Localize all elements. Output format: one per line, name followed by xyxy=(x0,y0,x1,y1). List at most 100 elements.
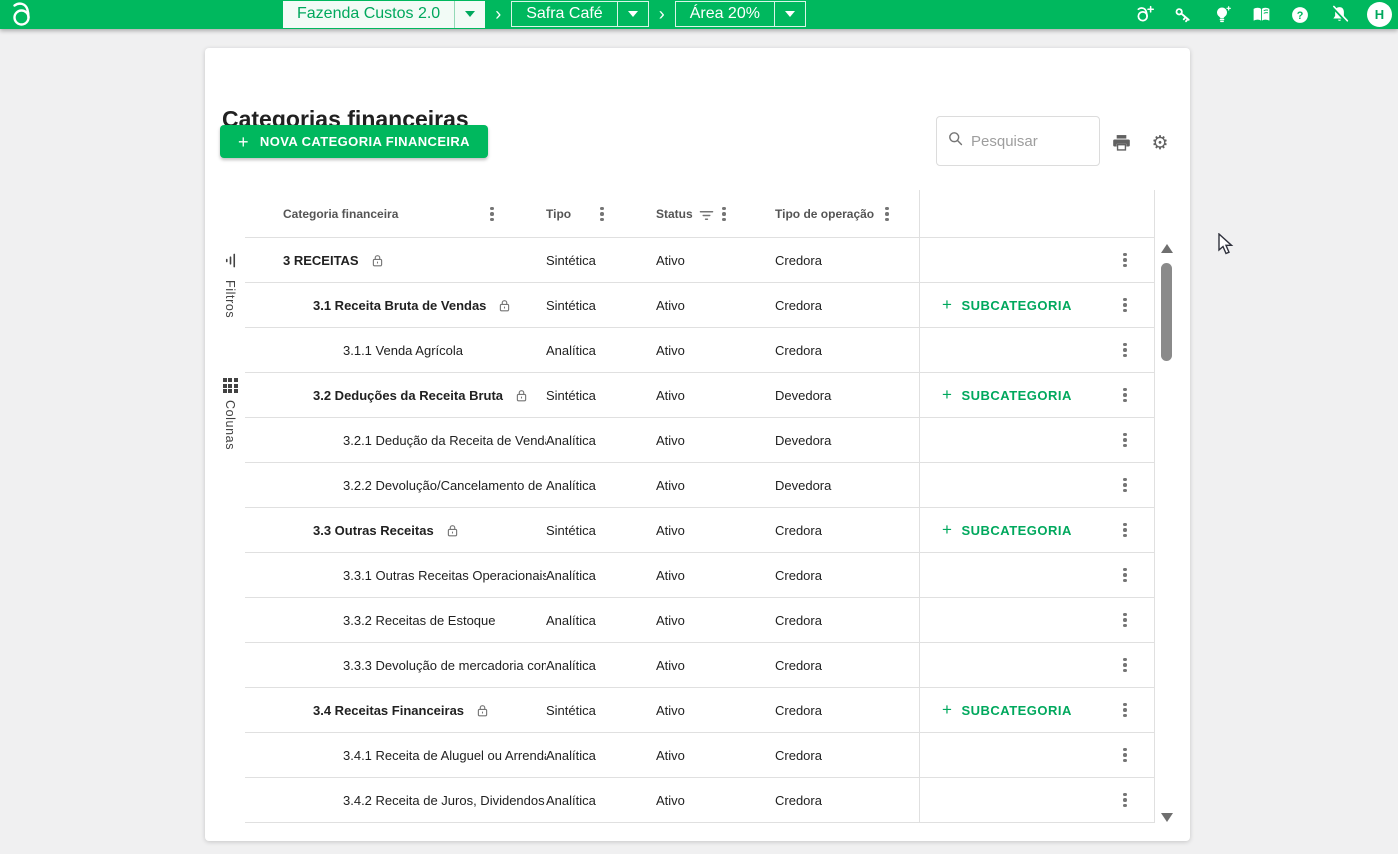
table-row[interactable]: 3.4.2 Receita de Juros, Dividendos eAnal… xyxy=(245,778,1155,823)
add-subcategory-button[interactable]: +SUBCATEGORIA xyxy=(942,520,1072,540)
tipo-cell: Sintética xyxy=(546,388,656,403)
add-subcategory-label: SUBCATEGORIA xyxy=(961,388,1071,403)
column-header-3: Status xyxy=(656,190,775,237)
tipo-cell: Analítica xyxy=(546,748,656,763)
knowledge-book-icon[interactable] xyxy=(1250,4,1272,26)
financial-categories-table: Categoria financeiraTipoStatusTipo de op… xyxy=(245,190,1155,823)
row-menu-icon[interactable] xyxy=(1123,477,1127,493)
row-actions-cell: +SUBCATEGORIA xyxy=(919,373,1155,417)
operacao-cell: Devedora xyxy=(775,388,919,403)
operacao-cell: Credora xyxy=(775,613,919,628)
breadcrumb-label: Safra Café xyxy=(512,2,616,26)
actions-column-header xyxy=(919,190,1155,237)
row-menu-icon[interactable] xyxy=(1123,297,1127,313)
table-row[interactable]: 3.4 Receitas FinanceirasSintéticaAtivoCr… xyxy=(245,688,1155,733)
top-app-bar: Fazenda Custos 2.0›Safra Café›Área 20% xyxy=(0,0,1398,29)
category-name: 3.2 Deduções da Receita Bruta xyxy=(313,388,503,403)
add-subcategory-button[interactable]: +SUBCATEGORIA xyxy=(942,385,1072,405)
status-filter-icon[interactable] xyxy=(698,209,715,222)
row-menu-icon[interactable] xyxy=(1123,612,1127,628)
row-menu-icon[interactable] xyxy=(1123,657,1127,673)
row-actions-cell: +SUBCATEGORIA xyxy=(919,688,1155,732)
column-menu-icon[interactable] xyxy=(722,206,726,222)
columns-grid-icon xyxy=(223,378,238,393)
row-actions-cell xyxy=(919,238,1155,282)
add-subcategory-button[interactable]: +SUBCATEGORIA xyxy=(942,700,1072,720)
row-menu-icon[interactable] xyxy=(1123,567,1127,583)
category-name: 3.3.2 Receitas de Estoque xyxy=(343,613,496,628)
lock-icon xyxy=(445,523,460,538)
row-menu-icon[interactable] xyxy=(1123,747,1127,763)
scroll-down-icon[interactable] xyxy=(1161,813,1173,822)
table-row[interactable]: 3.3.2 Receitas de EstoqueAnalíticaAtivoC… xyxy=(245,598,1155,643)
table-row[interactable]: 3.3.3 Devolução de mercadoria compAnalít… xyxy=(245,643,1155,688)
print-icon[interactable] xyxy=(1110,131,1132,153)
row-menu-icon[interactable] xyxy=(1123,387,1127,403)
chevron-down-icon[interactable] xyxy=(775,2,805,26)
sidebar-tab-colunas[interactable]: Colunas xyxy=(215,378,245,450)
tipo-cell: Analítica xyxy=(546,433,656,448)
column-menu-icon[interactable] xyxy=(490,206,494,222)
table-row[interactable]: 3.2 Deduções da Receita BrutaSintéticaAt… xyxy=(245,373,1155,418)
category-name-cell: 3.3.1 Outras Receitas Operacionais xyxy=(245,568,546,583)
row-menu-icon[interactable] xyxy=(1123,792,1127,808)
table-row[interactable]: 3.2.1 Dedução da Receita de VendaAnalíti… xyxy=(245,418,1155,463)
sidebar-tab-filtros[interactable]: Filtros xyxy=(215,253,245,318)
table-row[interactable]: 3.3.1 Outras Receitas OperacionaisAnalít… xyxy=(245,553,1155,598)
row-menu-icon[interactable] xyxy=(1123,432,1127,448)
row-actions-cell xyxy=(919,463,1155,507)
status-cell: Ativo xyxy=(656,703,775,718)
table-row[interactable]: 3.3 Outras ReceitasSintéticaAtivoCredora… xyxy=(245,508,1155,553)
table-row[interactable]: 3.1.1 Venda AgrícolaAnalíticaAtivoCredor… xyxy=(245,328,1155,373)
row-actions-cell xyxy=(919,553,1155,597)
tipo-cell: Analítica xyxy=(546,568,656,583)
tipo-cell: Analítica xyxy=(546,478,656,493)
search-input[interactable] xyxy=(971,133,1081,150)
new-financial-category-label: NOVA CATEGORIA FINANCEIRA xyxy=(260,134,470,149)
table-row[interactable]: 3.2.2 Devolução/Cancelamento de VAnalíti… xyxy=(245,463,1155,508)
key-icon[interactable] xyxy=(1172,4,1194,26)
column-menu-icon[interactable] xyxy=(885,206,889,222)
aegro-logo-icon[interactable] xyxy=(8,1,40,28)
table-row[interactable]: 3.4.1 Receita de Aluguel ou ArrendarAnal… xyxy=(245,733,1155,778)
category-name: 3.3 Outras Receitas xyxy=(313,523,434,538)
new-financial-category-button[interactable]: + NOVA CATEGORIA FINANCEIRA xyxy=(220,125,488,158)
row-actions-cell xyxy=(919,733,1155,777)
chevron-down-icon[interactable] xyxy=(618,2,648,26)
tips-lightbulb-icon[interactable] xyxy=(1211,4,1233,26)
row-menu-icon[interactable] xyxy=(1123,522,1127,538)
help-icon[interactable]: ? xyxy=(1289,4,1311,26)
column-menu-icon[interactable] xyxy=(600,206,604,222)
vertical-scrollbar[interactable] xyxy=(1157,242,1177,824)
tipo-cell: Analítica xyxy=(546,613,656,628)
row-menu-icon[interactable] xyxy=(1123,252,1127,268)
operacao-cell: Credora xyxy=(775,703,919,718)
tipo-cell: Sintética xyxy=(546,703,656,718)
notifications-off-icon[interactable] xyxy=(1328,4,1350,26)
add-subcategory-button[interactable]: +SUBCATEGORIA xyxy=(942,295,1072,315)
search-box[interactable] xyxy=(936,116,1100,166)
operacao-cell: Credora xyxy=(775,748,919,763)
column-header-1: Categoria financeira xyxy=(245,190,546,237)
chevron-down-icon[interactable] xyxy=(455,1,485,28)
row-menu-icon[interactable] xyxy=(1123,342,1127,358)
table-row[interactable]: 3 RECEITASSintéticaAtivoCredora xyxy=(245,238,1155,283)
avatar[interactable]: H xyxy=(1367,2,1392,27)
breadcrumb-dropdown[interactable]: Área 20% xyxy=(675,1,806,27)
operacao-cell: Devedora xyxy=(775,433,919,448)
gear-icon[interactable]: ⚙ xyxy=(1149,132,1171,154)
category-name-cell: 3.4 Receitas Financeiras xyxy=(245,703,546,718)
mouse-cursor xyxy=(1218,233,1238,260)
table-row[interactable]: 3.1 Receita Bruta de VendasSintéticaAtiv… xyxy=(245,283,1155,328)
breadcrumb-dropdown[interactable]: Safra Café xyxy=(511,1,648,27)
status-cell: Ativo xyxy=(656,523,775,538)
add-account-icon[interactable] xyxy=(1133,4,1155,26)
status-cell: Ativo xyxy=(656,433,775,448)
breadcrumb-dropdown[interactable]: Fazenda Custos 2.0 xyxy=(283,1,485,28)
tipo-cell: Sintética xyxy=(546,298,656,313)
row-actions-cell xyxy=(919,328,1155,372)
scrollbar-thumb[interactable] xyxy=(1161,263,1172,361)
row-menu-icon[interactable] xyxy=(1123,702,1127,718)
status-cell: Ativo xyxy=(656,253,775,268)
scroll-up-icon[interactable] xyxy=(1161,244,1173,253)
